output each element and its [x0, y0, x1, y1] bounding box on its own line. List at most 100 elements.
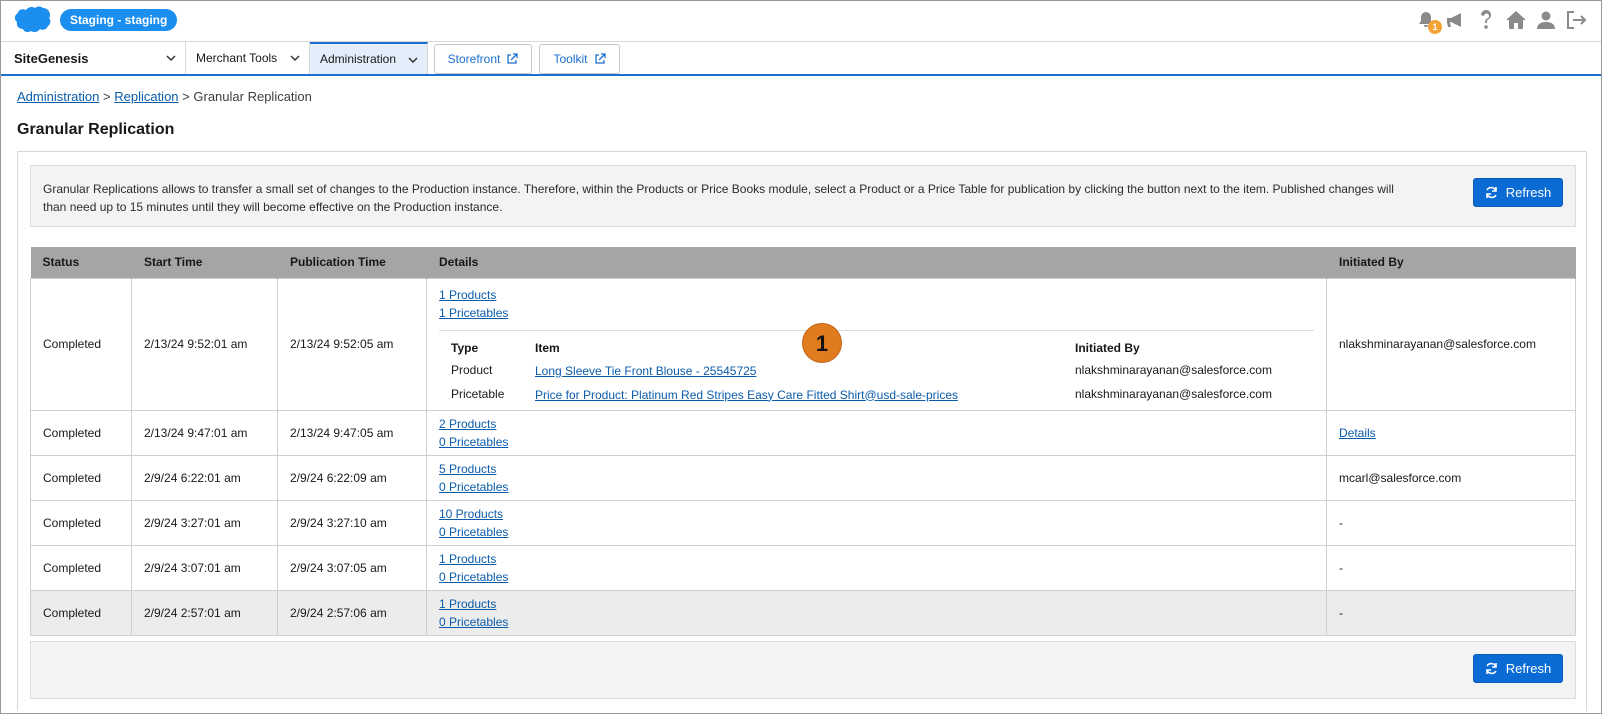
products-link[interactable]: 1 Products: [439, 550, 1314, 568]
sub-initiated-by: nlakshminarayanan@salesforce.com: [1075, 362, 1272, 377]
refresh-label: Refresh: [1505, 185, 1552, 200]
logout-icon[interactable]: [1564, 8, 1588, 32]
site-selector[interactable]: SiteGenesis: [8, 42, 186, 74]
toolkit-button[interactable]: Toolkit: [539, 44, 620, 74]
sub-col-initiated-by: Initiated By: [1075, 340, 1140, 355]
pricetables-link[interactable]: 0 Pricetables: [439, 523, 1314, 541]
sub-item-link[interactable]: Long Sleeve Tie Front Blouse - 25545725: [535, 363, 1075, 379]
status-cell: Completed: [30, 589, 132, 636]
products-link[interactable]: 1 Products: [439, 286, 1314, 304]
breadcrumb-separator: >: [103, 89, 111, 104]
footer-box: [30, 641, 1576, 699]
help-icon[interactable]: [1474, 8, 1498, 32]
pricetables-link[interactable]: 0 Pricetables: [439, 433, 1314, 451]
bell-icon[interactable]: 1: [1414, 8, 1442, 34]
start-time-cell: 2/13/24 9:47:01 am: [131, 409, 278, 456]
merchant-tools-label: Merchant Tools: [196, 51, 278, 65]
initiated-by-cell: -: [1326, 499, 1576, 546]
site-selector-label: SiteGenesis: [14, 50, 89, 66]
user-icon[interactable]: [1534, 8, 1558, 32]
initiated-by-cell: -: [1326, 589, 1576, 636]
details-cell: 1 Products 0 Pricetables: [426, 589, 1327, 636]
table-row: Completed 2/9/24 3:27:01 am 2/9/24 3:27:…: [30, 499, 1576, 546]
salesforce-cloud-icon[interactable]: [9, 6, 51, 35]
storefront-button[interactable]: Storefront: [434, 44, 532, 74]
administration-menu[interactable]: Administration: [310, 42, 428, 74]
megaphone-icon[interactable]: [1444, 8, 1468, 32]
status-cell: Completed: [30, 544, 132, 591]
products-link[interactable]: 1 Products: [439, 595, 1314, 613]
products-link[interactable]: 10 Products: [439, 505, 1314, 523]
col-status: Status: [30, 247, 132, 278]
start-time-cell: 2/9/24 6:22:01 am: [131, 454, 278, 501]
details-cell: 2 Products 0 Pricetables: [426, 409, 1327, 456]
toolkit-label: Toolkit: [553, 52, 588, 66]
status-cell: Completed: [30, 409, 132, 456]
publication-time-cell: 2/13/24 9:52:05 am: [277, 277, 427, 411]
pricetables-link[interactable]: 1 Pricetables: [439, 304, 1314, 322]
external-link-icon: [507, 53, 518, 64]
table-row: Completed 2/9/24 6:22:01 am 2/9/24 6:22:…: [30, 454, 1576, 501]
chevron-down-icon: [408, 57, 418, 64]
refresh-button[interactable]: Refresh: [1473, 654, 1563, 683]
products-link[interactable]: 2 Products: [439, 415, 1314, 433]
publication-time-cell: 2/9/24 2:57:06 am: [277, 589, 427, 636]
details-cell: 10 Products 0 Pricetables: [426, 499, 1327, 546]
refresh-label: Refresh: [1505, 661, 1552, 676]
table-row: Completed 2/9/24 3:07:01 am 2/9/24 3:07:…: [30, 544, 1576, 591]
start-time-cell: 2/9/24 3:27:01 am: [131, 499, 278, 546]
status-cell: Completed: [30, 277, 132, 411]
pricetables-link[interactable]: 0 Pricetables: [439, 568, 1314, 586]
breadcrumb: Administration > Replication > Granular …: [17, 89, 312, 104]
info-text: Granular Replications allows to transfer…: [43, 182, 1394, 214]
top-icons: 1: [1414, 8, 1588, 34]
table-row: Completed 2/13/24 9:47:01 am 2/13/24 9:4…: [30, 409, 1576, 456]
col-start-time: Start Time: [131, 247, 278, 278]
breadcrumb-administration-link[interactable]: Administration: [17, 89, 99, 104]
details-cell: 1 Products 1 Pricetables Type Item Initi…: [426, 277, 1327, 411]
merchant-tools-menu[interactable]: Merchant Tools: [186, 42, 310, 74]
publication-time-cell: 2/13/24 9:47:05 am: [277, 409, 427, 456]
replication-table: Status Start Time Publication Time Detai…: [30, 247, 1576, 636]
initiated-by-cell: nlakshminarayanan@salesforce.com: [1326, 277, 1576, 411]
status-cell: Completed: [30, 454, 132, 501]
start-time-cell: 2/13/24 9:52:01 am: [131, 277, 278, 411]
sub-col-type: Type: [451, 340, 479, 355]
start-time-cell: 2/9/24 3:07:01 am: [131, 544, 278, 591]
top-bar: Staging - staging 1: [0, 0, 1602, 42]
refresh-button[interactable]: Refresh: [1473, 178, 1563, 207]
breadcrumb-replication-link[interactable]: Replication: [114, 89, 178, 104]
start-time-cell: 2/9/24 2:57:01 am: [131, 589, 278, 636]
pricetables-link[interactable]: 0 Pricetables: [439, 478, 1314, 496]
pricetables-link[interactable]: 0 Pricetables: [439, 613, 1314, 631]
external-link-icon: [594, 53, 606, 64]
environment-badge: Staging - staging: [60, 9, 178, 31]
sub-type: Product: [451, 362, 493, 377]
initiated-by-cell: -: [1326, 544, 1576, 591]
chevron-down-icon: [166, 55, 176, 62]
sub-initiated-by: nlakshminarayanan@salesforce.com: [1075, 386, 1272, 401]
breadcrumb-separator: >: [182, 89, 190, 104]
details-link[interactable]: Details: [1339, 424, 1563, 442]
expanded-details: Type Item Initiated By Product Long Slee…: [439, 329, 1314, 403]
administration-label: Administration: [320, 52, 397, 66]
initiated-by-cell: Details: [1326, 409, 1576, 456]
sub-type: Pricetable: [451, 386, 505, 401]
sub-item-link[interactable]: Price for Product: Platinum Red Stripes …: [535, 387, 1075, 403]
home-icon[interactable]: [1504, 8, 1528, 32]
info-box: Granular Replications allows to transfer…: [30, 165, 1576, 227]
details-cell: 1 Products 0 Pricetables: [426, 544, 1327, 591]
notification-count: 1: [1428, 20, 1442, 34]
publication-time-cell: 2/9/24 3:27:10 am: [277, 499, 427, 546]
refresh-icon: [1485, 186, 1497, 199]
products-link[interactable]: 5 Products: [439, 460, 1314, 478]
breadcrumb-current: Granular Replication: [193, 89, 312, 104]
callout-marker: 1: [802, 323, 842, 363]
col-publication-time: Publication Time: [277, 247, 427, 278]
storefront-label: Storefront: [447, 52, 501, 66]
refresh-icon: [1485, 662, 1497, 675]
publication-time-cell: 2/9/24 3:07:05 am: [277, 544, 427, 591]
chevron-down-icon: [290, 55, 300, 62]
col-details: Details: [426, 247, 1327, 278]
table-header-row: Status Start Time Publication Time Detai…: [30, 247, 1576, 278]
